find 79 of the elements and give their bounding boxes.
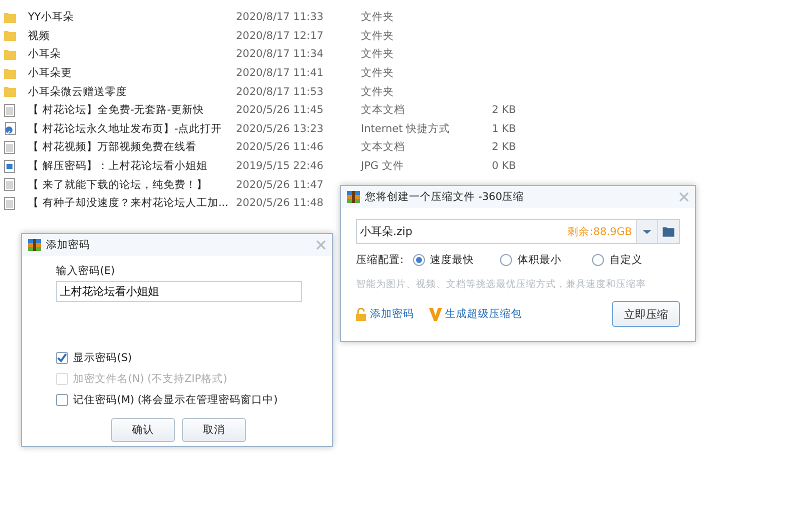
folder-icon [4,12,16,23]
file-date: 2020/5/26 11:47 [236,178,324,191]
add-password-link[interactable]: 添加密码 [370,307,414,321]
file-type: 文本文档 [361,103,406,118]
file-date: 2020/8/17 12:17 [236,30,324,42]
close-icon[interactable] [316,240,326,250]
dropdown-icon[interactable] [636,220,657,243]
radio-button[interactable] [500,254,512,266]
file-size: 2 KB [490,141,516,154]
option-label: 记住密码(M) (将会显示在管理密码窗口中) [73,393,278,407]
compress-button[interactable]: 立即压缩 [612,301,680,327]
file-date: 2020/8/17 11:34 [236,48,324,60]
v-icon [429,308,442,320]
file-name[interactable]: 【 解压密码】：上村花论坛看小姐姐 [28,159,236,174]
file-date: 2020/8/17 11:53 [236,86,324,98]
archive-app-icon [28,239,41,251]
cancel-button[interactable]: 取消 [182,418,246,442]
document-icon [4,178,15,192]
radio-button[interactable] [592,254,604,266]
file-name[interactable]: 视频 [28,28,236,43]
confirm-button[interactable]: 确认 [111,418,175,442]
checkbox[interactable] [56,352,68,364]
hint-text: 智能为图片、视频、文档等挑选最优压缩方式，兼具速度和压缩率 [356,278,647,291]
file-type: Internet 快捷方式 [361,122,452,136]
file-name[interactable]: 小耳朵 [28,47,236,62]
folder-icon [4,86,16,98]
document-icon [4,196,15,210]
file-date: 2020/8/17 11:41 [236,67,324,80]
mode-label: 自定义 [609,253,642,267]
file-type: 文本文档 [361,140,406,154]
padlock-icon [356,308,366,320]
free-space: 剩余:88.9GB [568,224,633,238]
file-size: 2 KB [490,104,516,116]
file-type: 文件夹 [361,66,395,80]
file-type: 文件夹 [361,47,395,62]
file-date: 2019/5/15 22:46 [236,160,324,172]
file-name[interactable]: 小耳朵更 [28,66,236,80]
file-type: 文件夹 [361,84,395,99]
close-icon[interactable] [679,192,689,202]
file-type: 文件夹 [361,10,395,24]
file-name[interactable]: 【 村花论坛永久地址发布页】-点此打开 [28,122,236,136]
file-type: JPG 文件 [361,159,405,174]
dialog-title: 添加密码 [46,238,90,252]
folder-icon [4,68,16,79]
mode-label: 体积最小 [517,253,562,267]
config-label: 压缩配置: [356,253,405,267]
folder-icon [4,30,16,42]
checkbox[interactable] [56,394,68,406]
file-date: 2020/5/26 11:46 [236,141,324,154]
folder-icon [4,48,16,60]
file-date: 2020/8/17 11:33 [236,11,324,24]
file-name[interactable]: YY小耳朵 [28,10,236,24]
file-date: 2020/5/26 11:45 [236,104,324,116]
file-name[interactable]: 【 村花论坛】全免费-无套路-更新快 [28,103,236,118]
radio-button[interactable] [412,254,425,266]
dialog-title: 您将创建一个压缩文件 -360压缩 [365,190,524,204]
option-label: 加密文件名(N) (不支持ZIP格式) [73,372,228,386]
file-date: 2020/5/26 11:48 [236,197,324,210]
shortcut-icon [4,122,16,136]
archive-app-icon [347,191,360,203]
option-label: 显示密码(S) [73,351,132,365]
file-name[interactable]: 【 有种子却没速度？来村花论坛人工加... [28,196,236,210]
folder-icon[interactable] [657,220,679,243]
file-name[interactable]: 【 村花视频】万部视频免费在线看 [28,140,236,154]
mode-label: 速度最快 [430,253,474,267]
filename-text: 小耳朵.zip [359,224,412,239]
document-icon [4,104,15,117]
image-file-icon [4,160,15,173]
filename-field[interactable]: 小耳朵.zip 剩余:88.9GB [356,219,680,244]
file-size: 0 KB [490,160,516,172]
password-field[interactable]: 上村花论坛看小姐姐 [56,281,302,302]
file-type: 文件夹 [361,28,395,43]
file-date: 2020/5/26 13:23 [236,122,324,135]
file-size: 1 KB [490,122,516,135]
super-pack-link[interactable]: 生成超级压缩包 [445,307,522,321]
document-icon [4,140,15,154]
file-name[interactable]: 小耳朵微云赠送零度 [28,84,236,99]
file-name[interactable]: 【 来了就能下载的论坛，纯免费！】 [28,178,236,192]
password-label: 输入密码(E) [56,264,116,278]
